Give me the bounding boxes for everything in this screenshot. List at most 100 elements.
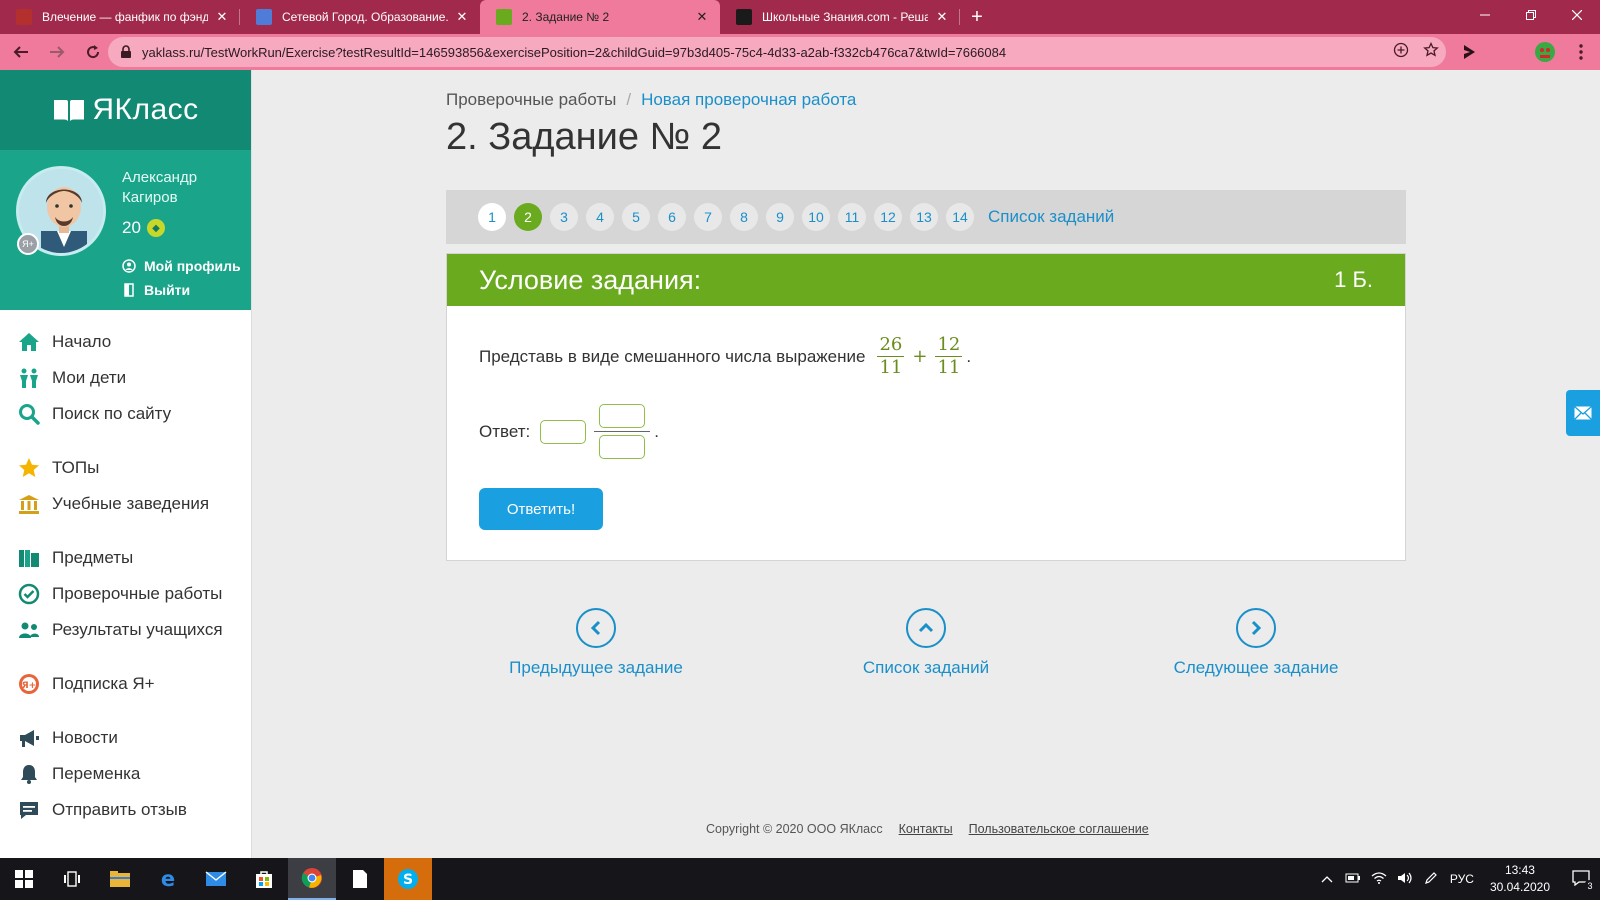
sidebar-item-news[interactable]: Новости	[0, 720, 251, 756]
task-list-label: Список заданий	[862, 658, 990, 677]
browser-tab[interactable]: Сетевой Город. Образование. Д ✕	[240, 0, 480, 34]
add-icon[interactable]	[1386, 42, 1416, 62]
browser-tab-active[interactable]: 2. Задание № 2 ✕	[480, 0, 720, 34]
pager-page[interactable]: 11	[838, 203, 866, 231]
nav-divider	[0, 432, 251, 450]
sidebar-item-subjects[interactable]: Предметы	[0, 540, 251, 576]
star-icon	[18, 457, 40, 479]
pager-page[interactable]: 13	[910, 203, 938, 231]
pager-page[interactable]: 1	[478, 203, 506, 231]
reload-icon[interactable]	[78, 37, 108, 67]
browser-tab[interactable]: Школьные Знания.com - Решае ✕	[720, 0, 960, 34]
pager-task-list-link[interactable]: Список заданий	[988, 207, 1114, 227]
back-arrow-icon[interactable]	[6, 37, 36, 67]
task-list-button[interactable]: Список заданий	[826, 608, 1026, 678]
file-explorer-icon[interactable]	[96, 858, 144, 900]
chrome-icon[interactable]	[288, 858, 336, 900]
sidebar-item-tops[interactable]: ТОПы	[0, 450, 251, 486]
store-icon[interactable]	[240, 858, 288, 900]
answer-denominator-input[interactable]	[599, 435, 646, 459]
skype-icon[interactable]: S	[384, 858, 432, 900]
extension-arrow-icon[interactable]	[1458, 41, 1480, 63]
browser-menu-icon[interactable]	[1570, 41, 1592, 63]
profile-avatar-icon[interactable]	[1534, 41, 1556, 63]
answer-whole-input[interactable]	[540, 419, 587, 444]
new-tab-button[interactable]: +	[960, 0, 994, 34]
browser-tab-bar: Влечение — фанфик по фэндом ✕ Сетевой Го…	[0, 0, 1600, 34]
site-footer: Copyright © 2020 ООО ЯКласс Контакты Пол…	[706, 822, 1149, 836]
breadcrumb-current-link[interactable]: Новая проверочная работа	[641, 90, 856, 110]
previous-task-button[interactable]: Предыдущее задание	[496, 608, 696, 678]
forward-arrow-icon[interactable]	[42, 37, 72, 67]
address-bar[interactable]: yaklass.ru/TestWorkRun/Exercise?testResu…	[108, 37, 1446, 67]
pager-page[interactable]: 7	[694, 203, 722, 231]
sidebar-item-home[interactable]: Начало	[0, 324, 251, 360]
clock[interactable]: 13:43 30.04.2020	[1490, 862, 1550, 896]
task-card: Условие задания: 1 Б. Представь в виде с…	[446, 253, 1406, 561]
volume-icon[interactable]	[1394, 872, 1416, 887]
sidebar-item-my-children[interactable]: Мои дети	[0, 360, 251, 396]
logout-link[interactable]: Выйти	[122, 282, 190, 298]
feedback-mail-button[interactable]	[1566, 390, 1600, 436]
sidebar-item-search[interactable]: Поиск по сайту	[0, 396, 251, 432]
pager-page[interactable]: 3	[550, 203, 578, 231]
pager-page[interactable]: 8	[730, 203, 758, 231]
breadcrumb-root[interactable]: Проверочные работы	[446, 90, 616, 110]
bookmark-star-icon[interactable]	[1416, 41, 1446, 62]
browser-tab[interactable]: Влечение — фанфик по фэндом ✕	[0, 0, 240, 34]
check-circle-icon	[18, 583, 40, 605]
sidebar-item-institutions[interactable]: Учебные заведения	[0, 486, 251, 522]
svg-text:Я+: Я+	[22, 681, 36, 691]
task-view-icon[interactable]	[48, 858, 96, 900]
pager-page-current[interactable]: 2	[514, 203, 542, 231]
answer-label: Ответ:	[479, 421, 531, 441]
sidebar-item-feedback[interactable]: Отправить отзыв	[0, 792, 251, 828]
mail-app-icon[interactable]	[192, 858, 240, 900]
svg-text:S: S	[403, 872, 413, 888]
sidebar-item-break[interactable]: Переменка	[0, 756, 251, 792]
contacts-link[interactable]: Контакты	[899, 822, 953, 836]
my-profile-link[interactable]: Мой профиль	[122, 258, 241, 274]
answer-numerator-input[interactable]	[599, 404, 646, 428]
pager-page[interactable]: 9	[766, 203, 794, 231]
sidebar-item-label: Отправить отзыв	[52, 800, 187, 819]
site-logo[interactable]: ЯКласс	[0, 70, 251, 150]
window-close-icon[interactable]	[1554, 0, 1600, 30]
task-period: .	[966, 346, 972, 366]
sidebar-item-label: Подписка Я+	[52, 674, 155, 693]
submit-answer-button[interactable]: Ответить!	[479, 488, 603, 530]
sidebar-item-student-results[interactable]: Результаты учащихся	[0, 612, 251, 648]
user-points: 20 ◆	[122, 218, 165, 238]
megaphone-icon	[18, 727, 40, 749]
close-icon[interactable]: ✕	[934, 9, 950, 25]
document-icon[interactable]	[336, 858, 384, 900]
pager-page[interactable]: 12	[874, 203, 902, 231]
pager-page[interactable]: 5	[622, 203, 650, 231]
url-text[interactable]: yaklass.ru/TestWorkRun/Exercise?testResu…	[142, 45, 1386, 60]
pager-page[interactable]: 14	[946, 203, 974, 231]
close-icon[interactable]: ✕	[454, 9, 470, 25]
sidebar-item-label: Новости	[52, 728, 118, 747]
pen-icon[interactable]	[1420, 871, 1442, 888]
restore-icon[interactable]	[1508, 0, 1554, 30]
edge-browser-icon[interactable]: e	[144, 858, 192, 900]
close-icon[interactable]: ✕	[694, 9, 710, 25]
wifi-icon[interactable]	[1368, 871, 1390, 887]
next-task-button[interactable]: Следующее задание	[1156, 608, 1356, 678]
language-indicator[interactable]: РУС	[1450, 872, 1474, 886]
home-icon	[18, 331, 40, 353]
tab-title: Школьные Знания.com - Решае	[762, 10, 928, 24]
chevron-up-tray-icon[interactable]	[1316, 872, 1338, 886]
battery-icon[interactable]	[1342, 872, 1364, 886]
pager-page[interactable]: 10	[802, 203, 830, 231]
user-agreement-link[interactable]: Пользовательское соглашение	[969, 822, 1149, 836]
sidebar-item-test-works[interactable]: Проверочные работы	[0, 576, 251, 612]
tab-favicon	[496, 9, 512, 25]
close-icon[interactable]: ✕	[214, 9, 230, 25]
windows-start-icon[interactable]	[0, 858, 48, 900]
notifications-icon[interactable]: 3	[1564, 869, 1598, 892]
sidebar-item-subscription[interactable]: Я+ Подписка Я+	[0, 666, 251, 702]
pager-page[interactable]: 4	[586, 203, 614, 231]
pager-page[interactable]: 6	[658, 203, 686, 231]
minimize-icon[interactable]	[1462, 0, 1508, 30]
